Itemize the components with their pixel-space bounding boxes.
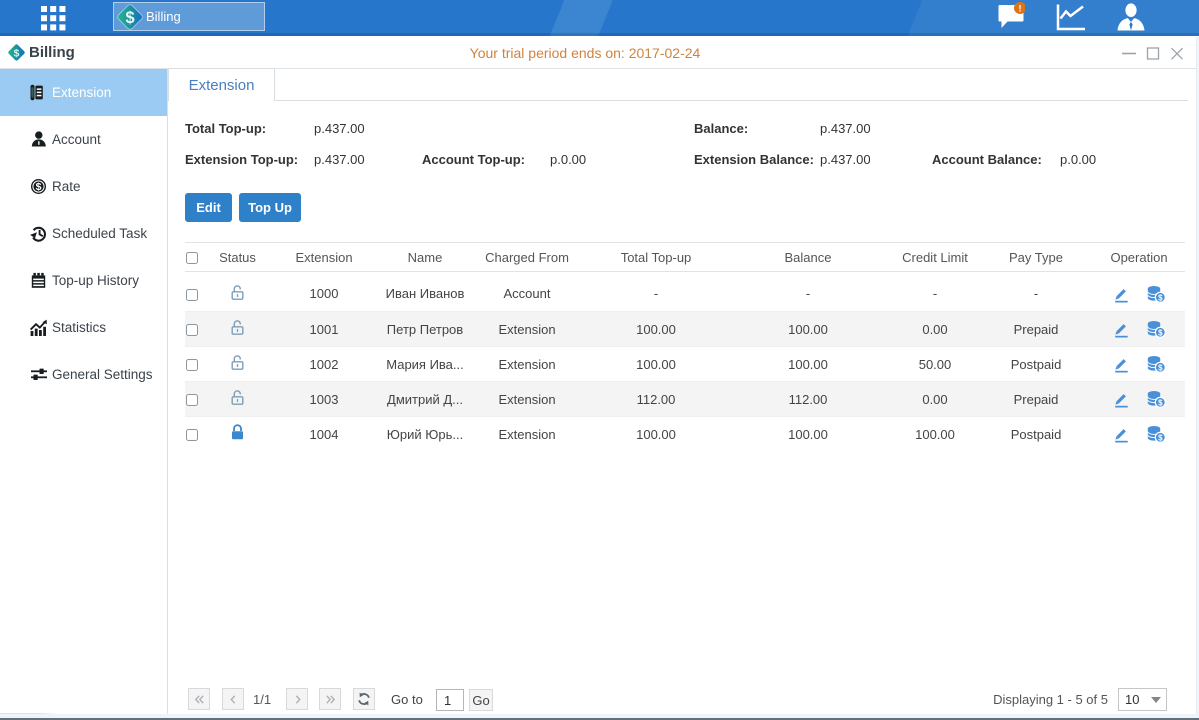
svg-text:$: $ <box>125 9 134 27</box>
svg-text:!: ! <box>1019 3 1022 13</box>
svg-text:$: $ <box>1158 434 1163 443</box>
svg-text:$: $ <box>1158 398 1163 407</box>
svg-text:$: $ <box>1158 293 1163 302</box>
svg-text:$: $ <box>1158 328 1163 337</box>
svg-text:$: $ <box>1158 363 1163 372</box>
svg-text:$: $ <box>14 48 20 59</box>
svg-text:$: $ <box>36 181 42 193</box>
